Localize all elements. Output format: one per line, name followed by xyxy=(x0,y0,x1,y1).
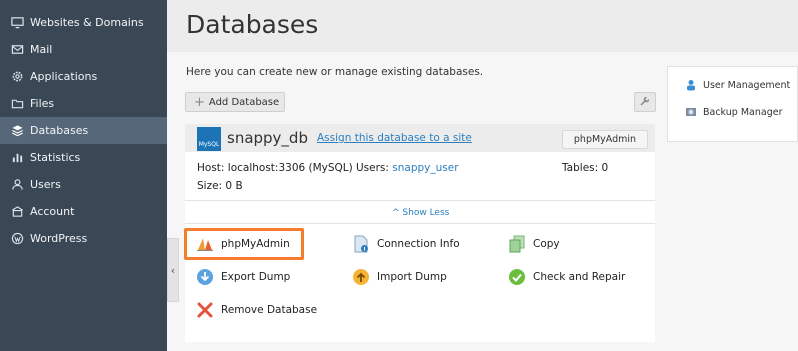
copy-label: Copy xyxy=(533,238,560,250)
database-name: snappy_db xyxy=(227,129,308,147)
export-dump-icon xyxy=(196,268,214,286)
wrench-icon xyxy=(639,95,651,110)
right-panel xyxy=(667,66,798,142)
sidebar-item-label: WordPress xyxy=(30,232,88,245)
plus-icon: + xyxy=(194,94,205,110)
account-icon xyxy=(10,205,24,219)
phpmyadmin-header-button[interactable]: phpMyAdmin xyxy=(562,130,648,149)
remove-icon xyxy=(196,301,214,319)
sidebar-item-label: Users xyxy=(30,178,61,191)
show-less-label: Show Less xyxy=(402,208,450,218)
export-dump-label: Export Dump xyxy=(221,271,291,283)
copy-icon xyxy=(508,235,526,253)
divider xyxy=(185,200,655,201)
page-title: Databases xyxy=(186,10,319,39)
import-dump-action[interactable]: Import Dump xyxy=(352,268,447,286)
database-icon xyxy=(10,124,24,138)
phpmyadmin-action[interactable]: phpMyAdmin xyxy=(196,235,290,253)
sidebar-item-label: Account xyxy=(30,205,75,218)
user-management-link[interactable]: User Management xyxy=(685,79,790,91)
copy-action[interactable]: Copy xyxy=(508,235,560,253)
database-size: Size: 0 B xyxy=(197,180,243,192)
database-user-link[interactable]: snappy_user xyxy=(392,162,458,174)
wordpress-icon xyxy=(10,232,24,246)
folder-icon xyxy=(10,97,24,111)
sidebar-item-label: Statistics xyxy=(30,151,81,164)
backup-manager-label: Backup Manager xyxy=(703,106,783,118)
sidebar-item-label: Applications xyxy=(30,70,98,83)
sidebar-item-statistics[interactable]: Statistics xyxy=(0,144,167,171)
tools-button[interactable] xyxy=(634,92,656,112)
sidebar-item-label: Files xyxy=(30,97,55,110)
sidebar-item-account[interactable]: Account xyxy=(0,198,167,225)
user-management-label: User Management xyxy=(703,79,791,91)
connection-info-label: Connection Info xyxy=(377,238,460,250)
remove-database-label: Remove Database xyxy=(221,304,318,316)
export-dump-action[interactable]: Export Dump xyxy=(196,268,290,286)
sidebar-item-files[interactable]: Files xyxy=(0,90,167,117)
sidebar-item-label: Mail xyxy=(30,43,53,56)
mail-icon xyxy=(10,43,24,57)
connection-info-icon xyxy=(352,235,370,253)
sidebar-item-websites-domains[interactable]: Websites & Domains xyxy=(0,9,167,36)
sidebar: Websites & Domains Mail Applications Fil… xyxy=(0,0,167,351)
sidebar-item-wordpress[interactable]: WordPress xyxy=(0,225,167,252)
sidebar-item-databases[interactable]: Databases xyxy=(0,117,167,144)
phpmyadmin-label: phpMyAdmin xyxy=(221,238,290,250)
remove-database-action[interactable]: Remove Database xyxy=(196,301,317,319)
phpmyadmin-icon xyxy=(196,235,214,253)
sidebar-item-label: Websites & Domains xyxy=(30,16,144,29)
page-intro: Here you can create new or manage existi… xyxy=(186,66,484,78)
add-database-button[interactable]: + Add Database xyxy=(185,92,285,112)
mysql-logo-icon: MySQL xyxy=(197,127,221,151)
sidebar-collapse-handle[interactable]: ‹ xyxy=(167,238,179,302)
database-tables: Tables: 0 xyxy=(562,162,609,174)
backup-manager-link[interactable]: Backup Manager xyxy=(685,106,782,118)
sidebar-item-mail[interactable]: Mail xyxy=(0,36,167,63)
database-host: Host: localhost:3306 (MySQL) xyxy=(197,162,353,174)
check-repair-icon xyxy=(508,268,526,286)
monitor-icon xyxy=(10,16,24,30)
sidebar-item-label: Databases xyxy=(30,124,89,137)
user-management-icon xyxy=(685,79,697,91)
import-dump-icon xyxy=(352,268,370,286)
sidebar-item-users[interactable]: Users xyxy=(0,171,167,198)
bar-chart-icon xyxy=(10,151,24,165)
connection-info-action[interactable]: Connection Info xyxy=(352,235,460,253)
check-repair-label: Check and Repair xyxy=(533,271,626,283)
backup-manager-icon xyxy=(685,106,697,118)
chevron-up-icon: ^ xyxy=(392,208,400,218)
divider xyxy=(185,223,655,224)
import-dump-label: Import Dump xyxy=(377,271,447,283)
add-database-label: Add Database xyxy=(208,96,280,108)
user-icon xyxy=(10,178,24,192)
database-users: Users: snappy_user xyxy=(356,162,459,174)
assign-database-link[interactable]: Assign this database to a site xyxy=(317,132,472,144)
show-less-toggle[interactable]: ^ Show Less xyxy=(392,208,449,218)
gear-icon xyxy=(10,70,24,84)
check-repair-action[interactable]: Check and Repair xyxy=(508,268,625,286)
sidebar-item-applications[interactable]: Applications xyxy=(0,63,167,90)
chevron-left-icon: ‹ xyxy=(170,263,176,277)
users-label: Users: xyxy=(356,162,389,174)
